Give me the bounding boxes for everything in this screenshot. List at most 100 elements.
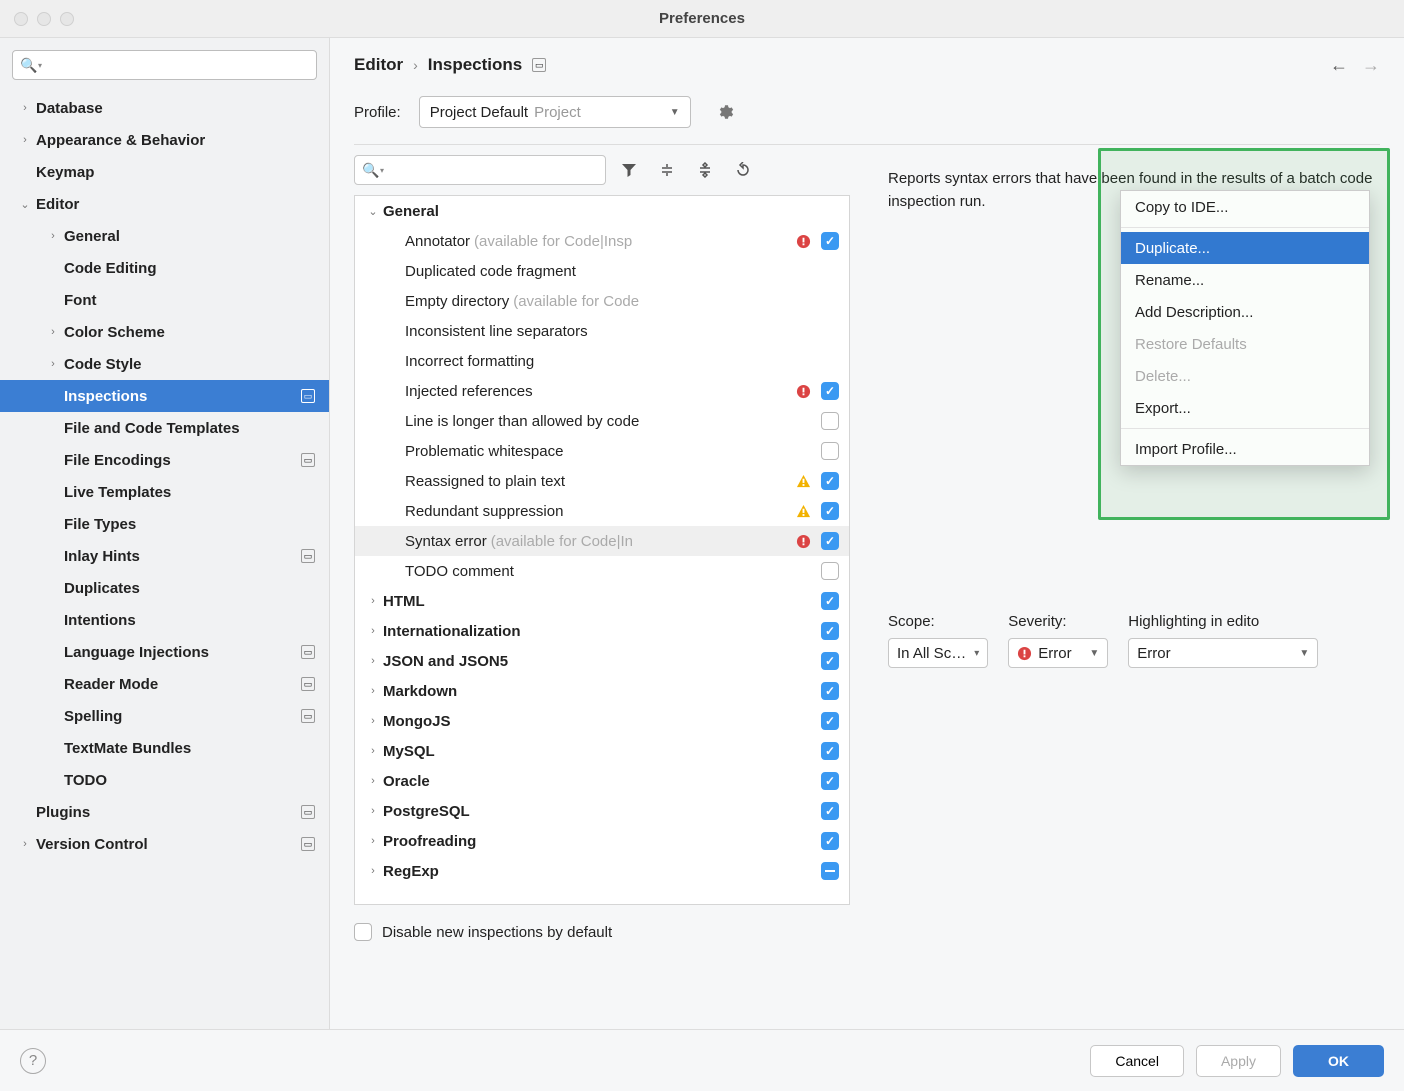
tree-row[interactable]: ›PostgreSQL✓ — [355, 796, 849, 826]
sidebar-item-version-control[interactable]: ›Version Control▭ — [0, 828, 329, 860]
window-close-icon[interactable] — [14, 12, 28, 26]
gear-icon[interactable] — [709, 96, 741, 128]
inspection-checkbox[interactable]: ✓ — [821, 502, 839, 520]
inspection-checkbox[interactable]: ✓ — [821, 712, 839, 730]
menu-item-copy-to-ide[interactable]: Copy to IDE... — [1121, 191, 1369, 223]
sidebar-item-reader-mode[interactable]: Reader Mode▭ — [0, 668, 329, 700]
cancel-button[interactable]: Cancel — [1090, 1045, 1184, 1077]
inspection-checkbox[interactable] — [821, 412, 839, 430]
inspection-checkbox[interactable]: ✓ — [821, 622, 839, 640]
inspection-tree[interactable]: ⌄GeneralAnnotator(available for Code|Ins… — [354, 195, 850, 905]
menu-item-import-profile[interactable]: Import Profile... — [1121, 433, 1369, 465]
nav-back-icon[interactable]: ← — [1330, 55, 1348, 76]
inspection-checkbox[interactable] — [821, 862, 839, 880]
dropdown-icon: ▾ — [966, 648, 979, 659]
tree-row[interactable]: ›MySQL✓ — [355, 736, 849, 766]
tree-row[interactable]: ⌄General — [355, 196, 849, 226]
sidebar-search-input[interactable] — [12, 50, 317, 80]
sidebar-item-color-scheme[interactable]: ›Color Scheme — [0, 316, 329, 348]
tree-row[interactable]: ›RegExp — [355, 856, 849, 886]
sidebar-item-inspections[interactable]: Inspections▭ — [0, 380, 329, 412]
inspection-checkbox[interactable]: ✓ — [821, 802, 839, 820]
severity-selector[interactable]: Error ▼ — [1008, 638, 1108, 668]
sidebar-item-database[interactable]: ›Database — [0, 92, 329, 124]
scope-selector[interactable]: In All Sc… ▾ — [888, 638, 988, 668]
help-icon[interactable]: ? — [20, 1048, 46, 1074]
tree-row[interactable]: Redundant suppression✓ — [355, 496, 849, 526]
menu-item-add-description[interactable]: Add Description... — [1121, 296, 1369, 328]
inspection-checkbox[interactable]: ✓ — [821, 592, 839, 610]
reset-icon[interactable] — [728, 155, 758, 185]
window-minimize-icon[interactable] — [37, 12, 51, 26]
breadcrumb-editor[interactable]: Editor — [354, 55, 403, 75]
sidebar-item-appearance-behavior[interactable]: ›Appearance & Behavior — [0, 124, 329, 156]
inspection-checkbox[interactable]: ✓ — [821, 472, 839, 490]
tree-row[interactable]: Empty directory(available for Code — [355, 286, 849, 316]
tree-row[interactable]: ›Proofreading✓ — [355, 826, 849, 856]
tree-row[interactable]: Problematic whitespace — [355, 436, 849, 466]
sidebar-item-duplicates[interactable]: Duplicates — [0, 572, 329, 604]
inspection-checkbox[interactable]: ✓ — [821, 742, 839, 760]
sidebar-item-file-types[interactable]: File Types — [0, 508, 329, 540]
sidebar-item-plugins[interactable]: Plugins▭ — [0, 796, 329, 828]
tree-row[interactable]: Incorrect formatting — [355, 346, 849, 376]
profile-context: Project — [534, 104, 581, 121]
tree-row[interactable]: Duplicated code fragment — [355, 256, 849, 286]
tree-row[interactable]: ›Oracle✓ — [355, 766, 849, 796]
sidebar-item-todo[interactable]: TODO — [0, 764, 329, 796]
tree-row[interactable]: ›Internationalization✓ — [355, 616, 849, 646]
ok-button[interactable]: OK — [1293, 1045, 1384, 1077]
inspection-checkbox[interactable]: ✓ — [821, 532, 839, 550]
filter-icon[interactable] — [614, 155, 644, 185]
collapse-all-icon[interactable] — [690, 155, 720, 185]
sidebar-item-textmate-bundles[interactable]: TextMate Bundles — [0, 732, 329, 764]
inspection-search-input[interactable] — [354, 155, 606, 185]
sidebar-item-keymap[interactable]: Keymap — [0, 156, 329, 188]
nav-tree[interactable]: ›Database›Appearance & BehaviorKeymap⌄Ed… — [0, 92, 329, 1029]
search-history-icon[interactable]: ▾ — [380, 166, 384, 175]
menu-item-export[interactable]: Export... — [1121, 392, 1369, 424]
tree-row[interactable]: Annotator(available for Code|Insp✓ — [355, 226, 849, 256]
error-icon — [795, 233, 811, 249]
sidebar-item-code-editing[interactable]: Code Editing — [0, 252, 329, 284]
sidebar-item-editor[interactable]: ⌄Editor — [0, 188, 329, 220]
search-history-icon[interactable]: ▾ — [38, 61, 42, 70]
sidebar-item-file-and-code-templates[interactable]: File and Code Templates — [0, 412, 329, 444]
sidebar-item-intentions[interactable]: Intentions — [0, 604, 329, 636]
inspection-checkbox[interactable]: ✓ — [821, 652, 839, 670]
highlighting-selector[interactable]: Error ▼ — [1128, 638, 1318, 668]
sidebar-item-general[interactable]: ›General — [0, 220, 329, 252]
tree-row[interactable]: Line is longer than allowed by code — [355, 406, 849, 436]
sidebar-item-code-style[interactable]: ›Code Style — [0, 348, 329, 380]
tree-row[interactable]: Inconsistent line separators — [355, 316, 849, 346]
tree-row[interactable]: ›JSON and JSON5✓ — [355, 646, 849, 676]
inspection-checkbox[interactable]: ✓ — [821, 382, 839, 400]
profile-actions-menu[interactable]: Copy to IDE... Duplicate...Rename...Add D… — [1120, 190, 1370, 466]
inspection-checkbox[interactable]: ✓ — [821, 832, 839, 850]
tree-row[interactable]: ›Markdown✓ — [355, 676, 849, 706]
apply-button[interactable]: Apply — [1196, 1045, 1281, 1077]
sidebar-item-spelling[interactable]: Spelling▭ — [0, 700, 329, 732]
sidebar-item-font[interactable]: Font — [0, 284, 329, 316]
tree-row[interactable]: Syntax error(available for Code|In✓ — [355, 526, 849, 556]
sidebar-item-inlay-hints[interactable]: Inlay Hints▭ — [0, 540, 329, 572]
profile-selector[interactable]: Project Default Project ▼ — [419, 96, 691, 128]
disable-new-inspections-checkbox[interactable] — [354, 923, 372, 941]
inspection-checkbox[interactable] — [821, 442, 839, 460]
tree-row[interactable]: Injected references✓ — [355, 376, 849, 406]
inspection-checkbox[interactable]: ✓ — [821, 682, 839, 700]
menu-item-duplicate[interactable]: Duplicate... — [1121, 232, 1369, 264]
tree-row[interactable]: TODO comment — [355, 556, 849, 586]
inspection-checkbox[interactable]: ✓ — [821, 772, 839, 790]
sidebar-item-file-encodings[interactable]: File Encodings▭ — [0, 444, 329, 476]
inspection-checkbox[interactable]: ✓ — [821, 232, 839, 250]
inspection-checkbox[interactable] — [821, 562, 839, 580]
tree-row[interactable]: ›HTML✓ — [355, 586, 849, 616]
menu-item-rename[interactable]: Rename... — [1121, 264, 1369, 296]
tree-row[interactable]: ›MongoJS✓ — [355, 706, 849, 736]
sidebar-item-language-injections[interactable]: Language Injections▭ — [0, 636, 329, 668]
tree-row[interactable]: Reassigned to plain text✓ — [355, 466, 849, 496]
window-zoom-icon[interactable] — [60, 12, 74, 26]
expand-all-icon[interactable] — [652, 155, 682, 185]
sidebar-item-live-templates[interactable]: Live Templates — [0, 476, 329, 508]
